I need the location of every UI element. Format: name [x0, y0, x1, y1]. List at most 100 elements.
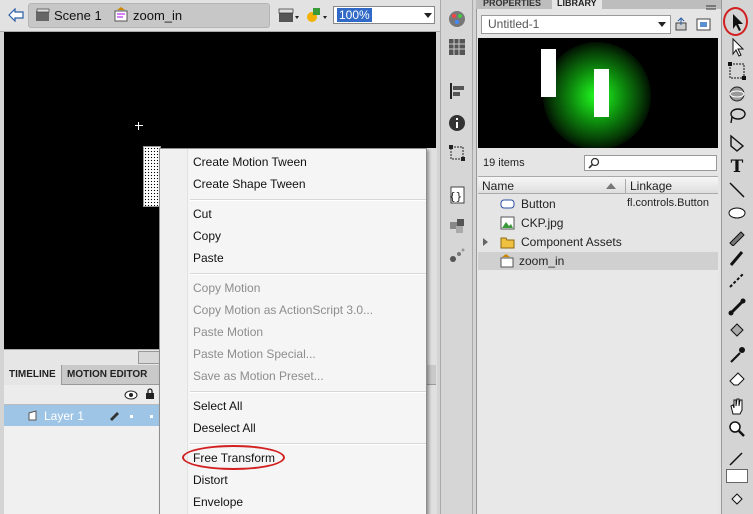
- oval-tool-icon[interactable]: [727, 202, 747, 222]
- tab-motion-editor[interactable]: MOTION EDITOR: [62, 365, 162, 385]
- menu-item-copy-motion: Copy Motion: [193, 281, 261, 295]
- breadcrumb-scene[interactable]: Scene 1: [54, 8, 102, 23]
- color-palette-icon[interactable]: [448, 10, 466, 28]
- info-icon[interactable]: [448, 114, 466, 132]
- stroke-color-icon[interactable]: [727, 448, 747, 468]
- column-name[interactable]: Name: [482, 179, 514, 193]
- visibility-dot[interactable]: [130, 415, 133, 418]
- actions-icon[interactable]: {}: [448, 186, 466, 204]
- swatches-icon[interactable]: [448, 38, 466, 56]
- movieclip-icon: [113, 6, 129, 22]
- library-item-linkage: fl.controls.Button: [627, 197, 709, 209]
- edit-scene-icon[interactable]: [278, 7, 300, 25]
- chevron-down-icon: [424, 13, 432, 18]
- menu-item-create-shape-tween[interactable]: Create Shape Tween: [193, 177, 306, 191]
- menu-item-deselect-all[interactable]: Deselect All: [193, 421, 256, 435]
- fill-color-icon[interactable]: [726, 469, 748, 483]
- pencil-icon: [108, 409, 120, 421]
- panel-menu-icon[interactable]: [705, 1, 717, 10]
- library-document-select[interactable]: Untitled-1: [481, 15, 671, 34]
- library-item[interactable]: CKP.jpg: [478, 214, 718, 233]
- library-list-header: Name Linkage: [478, 176, 718, 194]
- brush-tool-icon[interactable]: [727, 248, 747, 268]
- menu-item-distort[interactable]: Distort: [193, 473, 228, 487]
- lock-icon[interactable]: [145, 388, 155, 400]
- annotation-circle: [182, 445, 285, 470]
- text-tool-icon[interactable]: T: [727, 157, 747, 177]
- menu-item-paste[interactable]: Paste: [193, 251, 224, 265]
- timeline-layers-area: [4, 426, 159, 514]
- library-search-input[interactable]: [584, 155, 717, 171]
- transform-icon[interactable]: [448, 144, 466, 162]
- line-tool-icon[interactable]: [727, 180, 747, 200]
- tab-library[interactable]: LIBRARY: [552, 0, 602, 9]
- back-arrow-icon[interactable]: [8, 7, 24, 23]
- library-item-name: CKP.jpg: [521, 216, 564, 230]
- collapsed-panel-dock: {}: [440, 0, 473, 514]
- button-symbol-icon: [500, 197, 515, 211]
- pencil-tool-icon[interactable]: [727, 226, 747, 247]
- column-linkage[interactable]: Linkage: [625, 179, 672, 193]
- scrollbar-thumb[interactable]: [138, 351, 160, 364]
- svg-text:{}: {}: [449, 190, 462, 203]
- tab-timeline[interactable]: TIMELINE: [4, 365, 62, 385]
- search-icon: [588, 157, 600, 169]
- item-count: 19 items: [483, 157, 525, 169]
- motion-presets-icon[interactable]: [448, 246, 466, 264]
- bitmap-icon: [500, 216, 515, 230]
- menu-item-envelope[interactable]: Envelope: [193, 495, 243, 509]
- menu-item-cut[interactable]: Cut: [193, 207, 212, 221]
- menu-item-copy-motion-as: Copy Motion as ActionScript 3.0...: [193, 303, 374, 317]
- library-item-name: zoom_in: [519, 254, 565, 268]
- menu-item-select-all[interactable]: Select All: [193, 399, 242, 413]
- 3d-rotation-tool-icon[interactable]: [727, 84, 747, 104]
- paint-bucket-tool-icon[interactable]: [727, 321, 747, 341]
- align-icon[interactable]: [448, 82, 466, 100]
- breadcrumb-symbol[interactable]: zoom_in: [133, 8, 182, 23]
- tab-properties[interactable]: PROPERTIES: [478, 0, 552, 9]
- components-icon[interactable]: [448, 216, 466, 234]
- zoom-value: 100%: [337, 8, 372, 22]
- menu-item-paste-motion-special: Paste Motion Special...: [193, 347, 316, 361]
- menu-item-copy[interactable]: Copy: [193, 229, 221, 243]
- eye-icon[interactable]: [124, 389, 138, 400]
- library-item-selected[interactable]: zoom_in: [478, 252, 718, 271]
- scene-icon: [35, 8, 50, 22]
- library-list-empty-area: [478, 270, 718, 514]
- folder-icon: [500, 235, 515, 249]
- deco-tool-icon[interactable]: [727, 270, 747, 290]
- library-item[interactable]: Button fl.controls.Button: [478, 195, 718, 214]
- eyedropper-tool-icon[interactable]: [727, 345, 747, 365]
- library-item[interactable]: Component Assets: [478, 233, 718, 252]
- stage-vertical-scrollbar[interactable]: [427, 148, 437, 514]
- preview-bar: [594, 69, 609, 117]
- library-preview: [478, 38, 718, 148]
- breadcrumb: Scene 1 zoom_in: [28, 3, 270, 28]
- flash-authoring-window: Scene 1 zoom_in 100% TIMELINE MOTION EDI…: [0, 0, 753, 514]
- menu-item-create-motion-tween[interactable]: Create Motion Tween: [193, 155, 307, 169]
- free-transform-tool-icon[interactable]: [727, 61, 747, 81]
- fill-bucket-swatch-icon[interactable]: [727, 490, 747, 510]
- pen-tool-icon[interactable]: [727, 134, 747, 154]
- layer-row[interactable]: Layer 1: [4, 405, 159, 426]
- sort-ascending-icon[interactable]: [606, 183, 616, 189]
- hand-tool-icon[interactable]: [727, 396, 747, 416]
- eraser-tool-icon[interactable]: [727, 368, 747, 388]
- bone-tool-icon[interactable]: [727, 297, 747, 317]
- layer-name: Layer 1: [44, 409, 85, 423]
- edit-bar: Scene 1 zoom_in 100%: [0, 0, 440, 32]
- zoom-tool-icon[interactable]: [727, 419, 747, 439]
- zoom-select[interactable]: 100%: [333, 6, 435, 24]
- timeline-header: [4, 385, 159, 405]
- library-item-name: Component Assets: [521, 235, 622, 249]
- chevron-down-icon: [658, 22, 666, 27]
- subselection-tool-icon[interactable]: [727, 37, 747, 57]
- lasso-tool-icon[interactable]: [727, 106, 747, 126]
- edit-symbols-icon[interactable]: [305, 5, 329, 25]
- registration-point-icon: [135, 122, 143, 130]
- menu-item-save-motion-preset: Save as Motion Preset...: [193, 369, 324, 383]
- expand-triangle-icon[interactable]: [483, 238, 488, 246]
- pin-library-icon[interactable]: [673, 17, 689, 32]
- lock-dot[interactable]: [150, 415, 153, 418]
- new-library-panel-icon[interactable]: [696, 17, 712, 32]
